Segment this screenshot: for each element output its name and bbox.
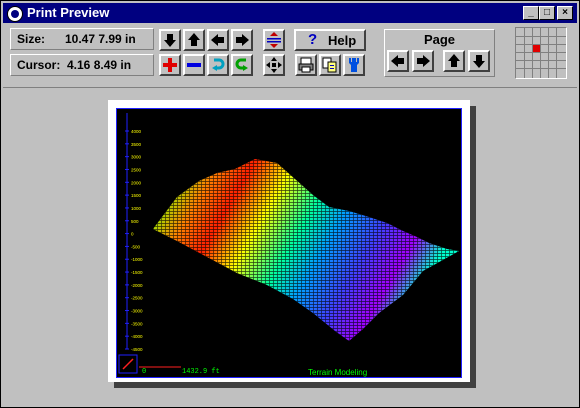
page-up-button[interactable] — [443, 50, 465, 72]
plot-title: Terrain Modeling — [308, 368, 368, 377]
terrain-wireframe — [153, 159, 459, 341]
y-tick-label: -4000 — [131, 334, 143, 339]
rotate-left-icon — [212, 58, 225, 71]
y-tick-label: -1500 — [131, 270, 143, 275]
app-icon[interactable] — [7, 6, 23, 22]
page-grid-icon — [516, 28, 566, 78]
y-tick-label: 2500 — [131, 167, 142, 172]
move-up-button[interactable] — [183, 29, 205, 51]
size-value: 10.47 7.99 in — [65, 32, 136, 46]
scale-labels: 0 1432.9 ft — [142, 368, 220, 376]
y-tick-label: -2000 — [131, 283, 143, 288]
page-down-button[interactable] — [468, 50, 490, 72]
page-grid[interactable] — [515, 27, 567, 79]
move-right-button[interactable] — [231, 29, 253, 51]
cursor-field: Cursor: 4.16 8.49 in — [10, 54, 154, 76]
page-next-button[interactable] — [412, 50, 434, 72]
arrow-down-icon — [473, 55, 485, 68]
y-tick-label: 3500 — [131, 142, 142, 147]
settings-button[interactable] — [343, 54, 365, 76]
title-bar: Print Preview _ □ × — [3, 3, 577, 23]
y-tick-label: 4000 — [131, 129, 142, 134]
help-label: Help — [328, 33, 357, 48]
arrow-right-icon — [417, 55, 430, 67]
size-label: Size: — [17, 32, 46, 46]
copy-button[interactable] — [319, 54, 341, 76]
arrow-left-icon — [211, 34, 224, 46]
y-tick-label: 3000 — [131, 155, 142, 160]
center-button[interactable] — [263, 54, 285, 76]
move-all-icon — [266, 57, 282, 73]
arrow-down-icon — [164, 34, 176, 47]
window-title: Print Preview — [27, 5, 110, 20]
question-icon: ? — [308, 31, 318, 48]
y-tick-label: -4500 — [131, 347, 143, 352]
move-down-button[interactable] — [159, 29, 181, 51]
rotate-right-icon — [235, 58, 248, 71]
zoom-in-button[interactable] — [159, 54, 181, 76]
printer-icon — [298, 57, 314, 73]
page-prev-button[interactable] — [387, 50, 409, 72]
fit-vertical-button[interactable] — [263, 29, 285, 51]
plus-icon — [163, 58, 177, 72]
cursor-value: 4.16 8.49 in — [67, 58, 132, 72]
maximize-button[interactable]: □ — [539, 6, 555, 20]
copy-pages-icon — [322, 57, 337, 73]
scale-end-label: 1432.9 ft — [182, 368, 220, 376]
close-button[interactable]: × — [557, 6, 573, 20]
y-tick-label: 0 — [131, 232, 134, 237]
arrow-up-icon — [448, 54, 460, 67]
y-tick-label: 500 — [131, 219, 139, 224]
print-button[interactable] — [295, 54, 317, 76]
wrench-icon — [349, 58, 359, 72]
terrain-plot: 4000 3500 3000 2500 2000 1500 1000 500 0 -500 -100… — [116, 108, 462, 378]
north-arrow-icon — [122, 358, 134, 370]
page-label: Page — [423, 32, 456, 47]
y-tick-label: -3000 — [131, 309, 143, 314]
y-tick-label: 1000 — [131, 206, 142, 211]
arrow-right-icon — [236, 34, 249, 46]
y-tick-label: -1000 — [131, 257, 143, 262]
minus-icon — [187, 63, 201, 67]
scale-start-label: 0 — [142, 368, 147, 376]
size-field: Size: 10.47 7.99 in — [10, 28, 154, 50]
move-left-button[interactable] — [207, 29, 229, 51]
cursor-label: Cursor: — [17, 58, 61, 72]
y-tick-label: -500 — [131, 244, 141, 249]
arrow-left-icon — [391, 55, 404, 67]
rotate-left-button[interactable] — [207, 54, 229, 76]
help-button[interactable]: ? Help — [294, 29, 366, 51]
y-tick-label: -2500 — [131, 296, 143, 301]
y-tick-label: 1500 — [131, 193, 142, 198]
rotate-right-button[interactable] — [231, 54, 253, 76]
arrow-up-icon — [188, 33, 200, 46]
y-tick-label: 2000 — [131, 180, 142, 185]
fit-page-icon — [267, 32, 281, 48]
zoom-out-button[interactable] — [183, 54, 205, 76]
minimize-button[interactable]: _ — [523, 6, 539, 20]
y-tick-label: -3500 — [131, 321, 143, 326]
terrain-surface: 4000 3500 3000 2500 2000 1500 1000 500 0 -500 -100… — [118, 113, 459, 374]
